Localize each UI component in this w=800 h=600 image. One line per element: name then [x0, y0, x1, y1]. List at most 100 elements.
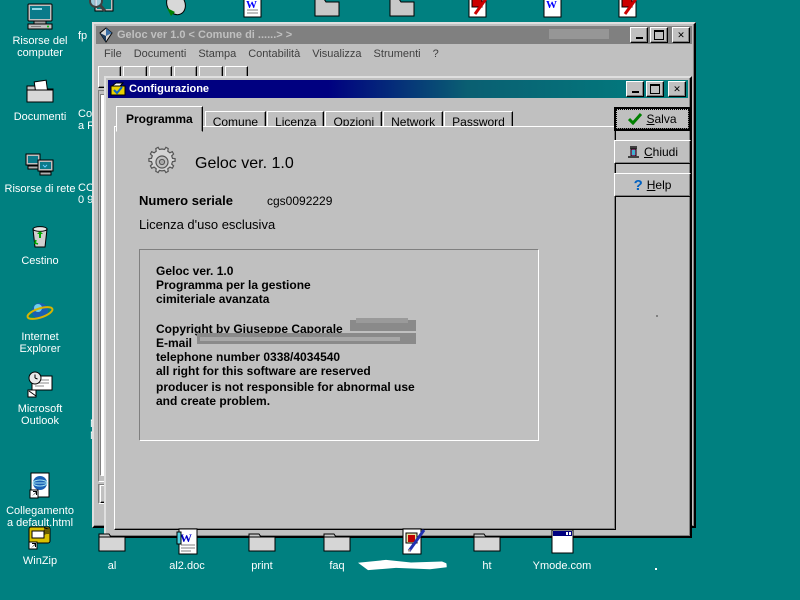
- desktop-icon-winzip[interactable]: WinZip: [2, 520, 78, 567]
- menu-item-stampa[interactable]: Stampa: [192, 47, 242, 61]
- html-shortcut-icon: [24, 470, 56, 502]
- configurazione-dialog[interactable]: Configurazione ✕ Programma Comune Licenz…: [104, 76, 692, 538]
- salva-button-label: Salva: [646, 112, 677, 126]
- dialog-close-button[interactable]: ✕: [668, 81, 686, 97]
- main-close-button[interactable]: ✕: [672, 27, 690, 43]
- serial-number-value: cgs0092229: [267, 194, 333, 208]
- disclaimer-line-1: producer is not responsible for abnormal…: [156, 380, 415, 394]
- desktop-icon-label: al2.doc: [169, 560, 205, 572]
- mouse-icon: [161, 0, 193, 22]
- rights-line: all right for this software are reserved: [156, 364, 371, 378]
- desktop-icon-label: Risorse del computer: [12, 35, 68, 59]
- internet-explorer-icon: [24, 296, 56, 328]
- desktop-icon-redacted[interactable]: [380, 526, 444, 560]
- desktop-icon-al2doc[interactable]: W al2.doc: [155, 526, 219, 572]
- word-document-icon: W: [536, 0, 568, 22]
- menu-item-strumenti[interactable]: Strumenti: [368, 47, 427, 61]
- configuration-icon: [110, 81, 126, 97]
- desktop-icon-label: Risorse di rete: [4, 183, 76, 195]
- network-neighborhood-icon: [24, 148, 56, 180]
- image-edit-icon: [611, 0, 643, 22]
- info-line-2: Programma per la gestione: [156, 278, 311, 292]
- dialog-maximize-button[interactable]: [646, 81, 664, 97]
- my-computer-icon: [24, 0, 56, 32]
- dialog-minimize-button[interactable]: [626, 81, 644, 97]
- email-redaction-2: [200, 337, 400, 341]
- menu-item-visualizza[interactable]: Visualizza: [306, 47, 367, 61]
- desktop-icon-internet-explorer[interactable]: Internet Explorer: [2, 296, 78, 355]
- menu-item-contabilita[interactable]: Contabilità: [242, 47, 306, 61]
- word-document-icon: W: [171, 526, 203, 558]
- folder-documents-icon: [24, 76, 56, 108]
- svg-text:W: W: [246, 0, 257, 11]
- main-minimize-button[interactable]: [630, 27, 648, 43]
- desktop-icon-print[interactable]: print: [230, 526, 294, 572]
- word-document-icon: W: [236, 0, 268, 22]
- main-window-title-buttons: ✕: [630, 27, 690, 43]
- desktop-icon-ymode[interactable]: Ymode.com: [530, 526, 594, 572]
- desktop-icon-al[interactable]: al: [80, 526, 144, 572]
- desktop-dot-marker: [655, 568, 657, 570]
- main-window-menubar[interactable]: File Documenti Stampa Contabilità Visual…: [94, 46, 694, 63]
- main-title-redaction-blob: [549, 29, 609, 39]
- email-label: E-mail: [156, 336, 193, 350]
- desktop-icon-ht[interactable]: ht: [455, 526, 519, 572]
- tab-programma[interactable]: Programma: [116, 106, 203, 132]
- help-button-label: Help: [646, 178, 672, 192]
- folder-icon: [471, 526, 503, 558]
- salva-button[interactable]: Salva: [614, 107, 691, 131]
- outlook-icon: [24, 368, 56, 400]
- desktop-icon-label: WinZip: [22, 555, 58, 567]
- menu-item-documenti[interactable]: Documenti: [128, 47, 193, 61]
- menu-item-help[interactable]: ?: [427, 47, 445, 61]
- menu-item-file[interactable]: File: [98, 47, 128, 61]
- folder-icon: [386, 0, 418, 22]
- desktop-icon-label: Ymode.com: [532, 560, 592, 572]
- geloc-app-icon: [98, 27, 114, 43]
- chiudi-button-label: Chiudi: [643, 145, 679, 159]
- desktop-dot-marker: [656, 315, 658, 317]
- info-line-1: Geloc ver. 1.0: [156, 264, 234, 278]
- folder-icon: [311, 0, 343, 22]
- desktop-icon-label: print: [251, 560, 273, 572]
- disclaimer-line-2: and create problem.: [156, 394, 271, 408]
- desktop-icon-label: Documenti: [13, 111, 67, 123]
- license-line-label: Licenza d'uso esclusiva: [139, 217, 276, 232]
- winzip-icon: [24, 520, 56, 552]
- app-title-label: Geloc ver. 1.0: [195, 155, 294, 172]
- folder-icon: [321, 526, 353, 558]
- desktop-icon-label: faq: [329, 560, 345, 572]
- desktop-icon-network[interactable]: Risorse di rete: [2, 148, 78, 195]
- info-line-3: cimiteriale avanzata: [156, 292, 270, 306]
- desktop-icon-faq[interactable]: faq: [305, 526, 369, 572]
- desktop-icon-my-computer[interactable]: Risorse del computer: [2, 0, 78, 59]
- copyright-redaction-2: [356, 318, 408, 323]
- dialog-titlebar[interactable]: Configurazione ✕: [108, 80, 688, 98]
- dialog-title: Configurazione: [129, 83, 210, 95]
- exit-door-icon: [627, 145, 640, 159]
- main-maximize-button[interactable]: [650, 27, 668, 43]
- gear-icon: [145, 145, 179, 179]
- desktop-icon-documenti[interactable]: Documenti: [2, 76, 78, 123]
- image-edit-icon: [396, 526, 428, 558]
- telephone-line: telephone number 0338/4034540: [156, 350, 341, 364]
- svg-text:W: W: [180, 531, 192, 545]
- desktop-icon-label: Internet Explorer: [19, 331, 61, 355]
- green-check-icon: [628, 113, 643, 126]
- help-button[interactable]: ? Help: [614, 173, 691, 197]
- folder-icon: [96, 526, 128, 558]
- desktop-icon-outlook[interactable]: Microsoft Outlook: [2, 368, 78, 427]
- search-computer-icon: [86, 0, 118, 22]
- info-box: Geloc ver. 1.0 Programma per la gestione…: [139, 249, 539, 441]
- image-edit-icon: [461, 0, 493, 22]
- tab-panel-programma: Geloc ver. 1.0 Numero seriale cgs0092229…: [114, 126, 616, 530]
- svg-text:W: W: [546, 0, 557, 11]
- desktop-icon-label: ht: [482, 560, 492, 572]
- desktop-icon-label: al: [107, 560, 117, 572]
- desktop-icon-label: Microsoft Outlook: [17, 403, 63, 427]
- recycle-bin-icon: [24, 220, 56, 252]
- serial-number-label: Numero seriale: [139, 193, 233, 208]
- chiudi-button[interactable]: Chiudi: [614, 140, 691, 164]
- desktop-icon-cestino[interactable]: Cestino: [2, 220, 78, 267]
- ms-dos-program-icon: [546, 526, 578, 558]
